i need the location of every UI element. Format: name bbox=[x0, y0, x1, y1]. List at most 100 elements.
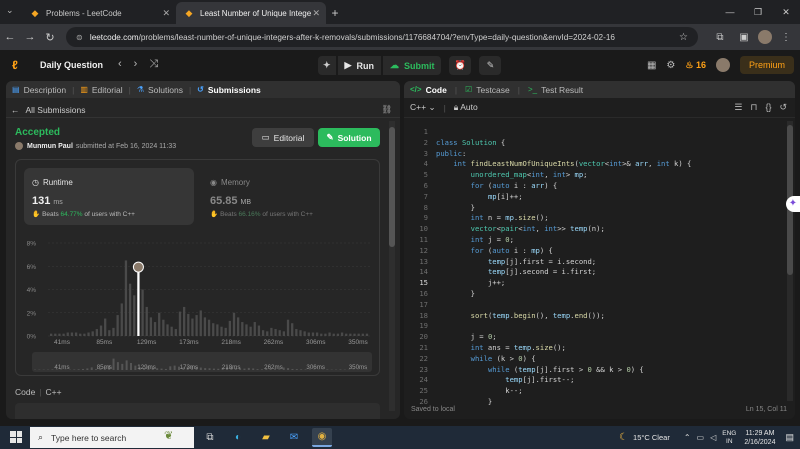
notifications-icon[interactable]: ▤ bbox=[785, 432, 794, 443]
browser-tab-active[interactable]: ◆ Least Number of Unique Intege ✕ bbox=[176, 2, 326, 24]
mail-icon[interactable]: ✉ bbox=[284, 428, 304, 447]
tab-solutions[interactable]: ⚗ Solutions bbox=[137, 85, 183, 95]
prev-problem-icon[interactable]: ‹ bbox=[118, 58, 122, 71]
memory-card[interactable]: ◉ Memory 65.85 MB ✋ Beats 66.16% of users w… bbox=[202, 168, 372, 225]
code-line[interactable]: 16 } bbox=[404, 289, 784, 300]
run-button[interactable]: ▶ Run bbox=[337, 56, 381, 75]
code-line[interactable]: 3 public: bbox=[404, 149, 784, 160]
reset-code-icon[interactable]: ↺ bbox=[779, 102, 787, 113]
back-arrow-icon[interactable]: ← bbox=[11, 105, 20, 115]
menu-kebab-icon[interactable]: ⋮ bbox=[776, 28, 796, 46]
submit-button[interactable]: ☁ Submit bbox=[382, 56, 442, 75]
code-line[interactable]: 7 mp[i]++; bbox=[404, 192, 784, 203]
timer-button[interactable]: ⏰ bbox=[449, 56, 472, 75]
new-tab-button[interactable]: + bbox=[326, 2, 344, 24]
show-hidden-icons-icon[interactable]: ⌃ bbox=[684, 433, 691, 442]
braces-icon[interactable]: {} bbox=[765, 102, 771, 113]
all-submissions-link[interactable]: All Submissions bbox=[26, 105, 86, 115]
code-line[interactable]: 18 sort(temp.begin(), temp.end()); bbox=[404, 311, 784, 322]
bookmark-icon[interactable]: ⊓ bbox=[750, 102, 757, 113]
settings-gear-icon[interactable]: ⚙ bbox=[666, 60, 675, 71]
code-line[interactable]: 17 bbox=[404, 300, 784, 311]
code-line[interactable]: 2 class Solution { bbox=[404, 138, 784, 149]
network-icon[interactable]: ▭ bbox=[697, 433, 705, 442]
scrollbar-thumb[interactable] bbox=[389, 127, 395, 247]
sidepanel-icon[interactable]: ▣ bbox=[734, 28, 754, 46]
tab-description[interactable]: ▤ Description bbox=[12, 85, 66, 95]
code-preview[interactable] bbox=[15, 403, 380, 419]
ai-assistant-icon[interactable]: ✦ bbox=[786, 196, 800, 212]
taskbar-search-input[interactable]: ⌕ Type here to search ❦ bbox=[30, 427, 194, 448]
notes-button[interactable]: ✎ bbox=[479, 56, 502, 75]
code-editor[interactable]: 1 2 class Solution {3 public: 4 int findLeas… bbox=[404, 121, 784, 406]
left-scrollbar[interactable] bbox=[389, 121, 395, 411]
code-line[interactable]: 12 for (auto i : mp) { bbox=[404, 246, 784, 257]
code-line[interactable]: 13 temp[j].first = i.second; bbox=[404, 257, 784, 268]
volume-icon[interactable]: ◁ bbox=[710, 433, 716, 442]
code-line[interactable]: 9 int n = mp.size(); bbox=[404, 213, 784, 224]
language-select[interactable]: C++ ⌄ bbox=[410, 102, 436, 113]
file-explorer-icon[interactable]: ▰ bbox=[256, 428, 276, 447]
task-view-icon[interactable]: ⧉ bbox=[200, 428, 220, 447]
tab-search-icon[interactable]: ⌄ bbox=[6, 5, 14, 16]
minimize-icon[interactable]: — bbox=[716, 0, 744, 24]
user-avatar[interactable] bbox=[715, 58, 730, 72]
reload-icon[interactable]: ↻ bbox=[40, 31, 60, 44]
tab-editorial[interactable]: ▥ Editorial bbox=[80, 85, 122, 95]
weather-widget[interactable]: ☾ 15°C Clear bbox=[619, 432, 670, 443]
taskbar-clock[interactable]: 11:29 AM 2/16/2024 bbox=[744, 429, 775, 447]
code-line[interactable]: 10 vector<pair<int, int>> temp(n); bbox=[404, 224, 784, 235]
editor-scrollbar[interactable] bbox=[787, 121, 793, 401]
code-line[interactable]: 6 for (auto i : arr) { bbox=[404, 181, 784, 192]
share-link-icon[interactable]: ⛓ bbox=[381, 104, 392, 115]
runtime-card[interactable]: ◷ Runtime 131 ms ✋ Beats 64.77% of users wi… bbox=[24, 168, 194, 225]
code-line[interactable]: 23 while (temp[j].first > 0 && k > 0) { bbox=[404, 365, 784, 376]
extensions-icon[interactable]: ⧉ bbox=[710, 28, 730, 46]
chrome-icon[interactable]: ◉ bbox=[312, 428, 332, 447]
restore-icon[interactable]: ❐ bbox=[744, 0, 772, 24]
code-line[interactable]: 4 int findLeastNumOfUniqueInts(vector<in… bbox=[404, 159, 784, 170]
code-line[interactable]: 15 j++; bbox=[404, 278, 784, 289]
tab-test-result[interactable]: >_ Test Result bbox=[528, 85, 583, 95]
streak-counter[interactable]: ♨ 16 bbox=[685, 60, 706, 71]
tab-code[interactable]: </> Code bbox=[410, 85, 447, 95]
code-line[interactable]: 21 int ans = temp.size(); bbox=[404, 343, 784, 354]
shuffle-icon[interactable]: ⤨ bbox=[149, 58, 158, 71]
username[interactable]: Munmun Paul bbox=[27, 143, 73, 150]
code-line[interactable]: 8 } bbox=[404, 203, 784, 214]
solution-button[interactable]: ✎ Solution bbox=[318, 128, 380, 147]
code-line[interactable]: 11 int j = 0; bbox=[404, 235, 784, 246]
code-line[interactable]: 1 bbox=[404, 127, 784, 138]
close-window-icon[interactable]: ✕ bbox=[772, 0, 800, 24]
tab-testcase[interactable]: ☑ Testcase bbox=[465, 85, 510, 95]
notes-list-icon[interactable]: ☰ bbox=[734, 102, 742, 113]
url-bar[interactable]: ⊜ leetcode.com/problems/least-number-of-… bbox=[66, 27, 698, 47]
close-tab-icon[interactable]: ✕ bbox=[312, 8, 320, 19]
forward-icon[interactable]: → bbox=[20, 31, 40, 43]
site-info-icon[interactable]: ⊜ bbox=[76, 32, 83, 42]
premium-button[interactable]: Premium bbox=[739, 56, 794, 74]
editorial-button[interactable]: ▭ Editorial bbox=[252, 128, 314, 147]
runtime-distribution-chart[interactable]: 8% 6% 4% 2% 0% 41ms 85ms 129ms 173ms 218ms 262ms 30… bbox=[16, 230, 381, 375]
code-line[interactable]: 22 while (k > 0) { bbox=[404, 354, 784, 365]
close-tab-icon[interactable]: ✕ bbox=[162, 8, 170, 19]
leetcode-logo-icon[interactable]: ℓ bbox=[12, 58, 24, 72]
layout-grid-icon[interactable]: ▦ bbox=[647, 60, 656, 71]
tab-submissions[interactable]: ↺ Submissions bbox=[197, 85, 261, 95]
code-line[interactable]: 25 k--; bbox=[404, 386, 784, 397]
autocomplete-mode[interactable]: 🔒︎ Auto bbox=[454, 102, 478, 113]
code-line[interactable]: 20 j = 0; bbox=[404, 332, 784, 343]
next-problem-icon[interactable]: › bbox=[134, 58, 138, 71]
code-line[interactable]: 14 temp[j].second = i.first; bbox=[404, 267, 784, 278]
browser-tab-problems[interactable]: ◆ Problems - LeetCode ✕ bbox=[22, 2, 176, 24]
back-icon[interactable]: ← bbox=[0, 31, 20, 43]
code-line[interactable]: 19 bbox=[404, 321, 784, 332]
code-line[interactable]: 24 temp[j].first--; bbox=[404, 375, 784, 386]
edge-browser-icon[interactable]: ◐ bbox=[228, 428, 248, 447]
debug-button[interactable]: ✦ bbox=[318, 56, 336, 75]
daily-question-title[interactable]: Daily Question bbox=[40, 60, 103, 70]
language-indicator[interactable]: ENG IN bbox=[722, 430, 736, 446]
windows-start-icon[interactable] bbox=[10, 431, 22, 443]
bookmark-star-icon[interactable]: ☆ bbox=[679, 32, 688, 43]
code-line[interactable]: 5 unordered_map<int, int> mp; bbox=[404, 170, 784, 181]
